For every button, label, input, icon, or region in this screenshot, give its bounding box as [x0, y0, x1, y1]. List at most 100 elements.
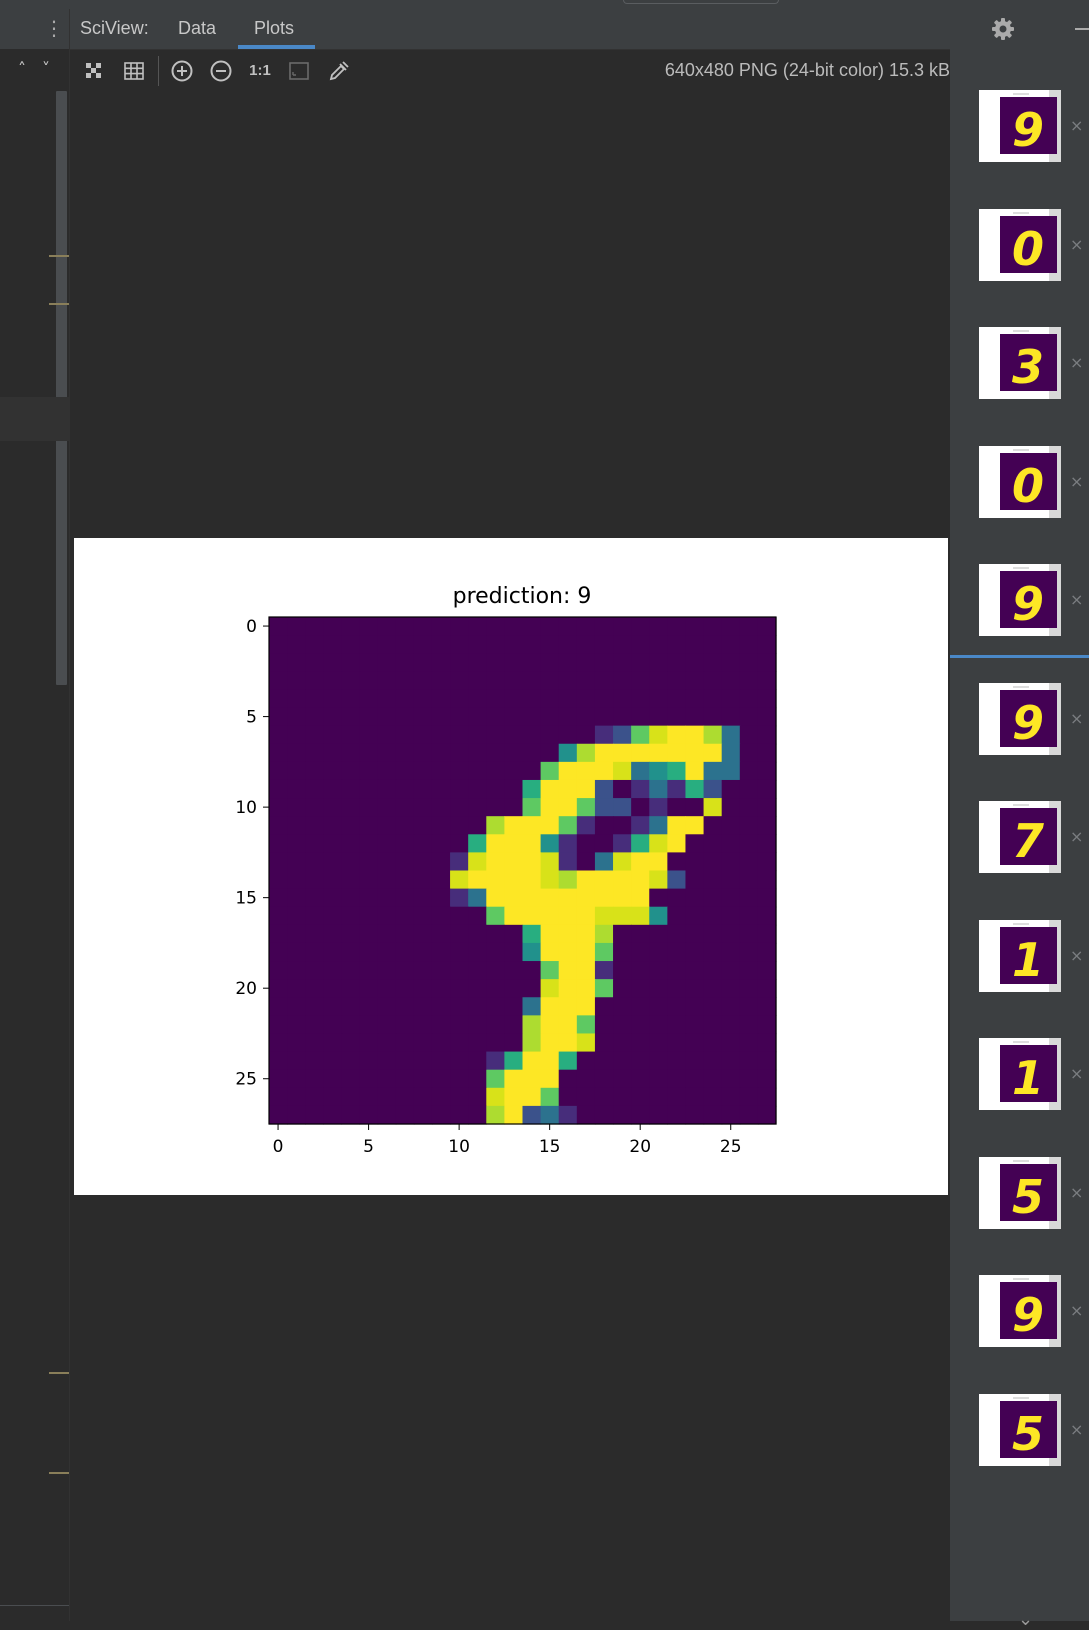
heatmap-cell	[305, 635, 324, 654]
zoom-out-icon[interactable]	[207, 57, 235, 85]
heatmap-cell	[323, 635, 343, 654]
heatmap-cell	[359, 725, 379, 745]
color-picker-icon[interactable]	[324, 57, 352, 85]
chevron-up-icon[interactable]: ˄	[10, 59, 34, 78]
heatmap-cell	[721, 707, 741, 727]
heatmap-cell	[703, 1105, 723, 1125]
plot-thumbnail[interactable]: 5	[979, 1393, 1061, 1466]
heatmap-cell	[613, 997, 632, 1016]
heatmap-cell	[631, 834, 650, 853]
close-icon[interactable]: ×	[1070, 355, 1086, 371]
left-scrollbar[interactable]	[56, 91, 67, 685]
close-icon[interactable]: ×	[1070, 473, 1086, 490]
close-icon[interactable]: ×	[1070, 236, 1086, 253]
heatmap-cell	[558, 888, 578, 908]
heatmap-cell	[667, 1069, 687, 1089]
tab-plots[interactable]: Plots	[254, 18, 294, 39]
heatmap-cell	[359, 816, 379, 835]
heatmap-cell	[739, 834, 759, 853]
heatmap-cell	[305, 979, 324, 998]
plot-thumbnail[interactable]: 7	[979, 801, 1061, 873]
plot-thumbnail[interactable]: 0	[979, 445, 1061, 518]
heatmap-cell	[558, 743, 578, 763]
heatmap-cell	[757, 1033, 777, 1053]
heatmap-cell	[341, 1105, 361, 1125]
heatmap-cell	[377, 779, 397, 799]
close-icon[interactable]: ×	[1070, 592, 1086, 608]
heatmap-cell	[540, 779, 560, 799]
heatmap-cell	[757, 1015, 777, 1035]
heatmap-cell	[739, 671, 759, 691]
heatmap-cell	[613, 852, 632, 872]
top-search-field-edge[interactable]	[623, 0, 779, 4]
heatmap-cell	[522, 870, 542, 890]
plot-thumbnail[interactable]: 1	[979, 1038, 1061, 1110]
heatmap-cell	[323, 924, 343, 944]
plot-thumbnail[interactable]: 9	[979, 90, 1061, 162]
tab-data[interactable]: Data	[178, 18, 216, 39]
plot-thumbnail[interactable]: 3	[979, 327, 1061, 399]
close-icon[interactable]: ×	[1070, 1184, 1086, 1201]
gear-icon[interactable]	[990, 16, 1016, 42]
heatmap-cell	[703, 743, 723, 763]
heatmap-cell	[341, 1051, 361, 1071]
heatmap-cell	[721, 671, 741, 691]
minimize-icon[interactable]	[1075, 28, 1089, 30]
heatmap-cell	[540, 798, 560, 817]
grid-icon[interactable]	[120, 57, 148, 85]
close-icon[interactable]: ×	[1070, 1421, 1086, 1438]
heatmap-cell	[522, 1105, 542, 1125]
heatmap-cell	[486, 942, 505, 962]
heatmap-cell	[305, 852, 324, 872]
heatmap-cell	[504, 1069, 524, 1089]
heatmap-cell	[594, 725, 614, 745]
close-icon[interactable]: ×	[1070, 118, 1086, 134]
heatmap-cell	[413, 779, 433, 799]
heatmap-cell	[287, 1069, 306, 1089]
heatmap-cell	[576, 852, 596, 872]
close-icon[interactable]: ×	[1070, 947, 1086, 964]
heatmap-cell	[504, 979, 524, 998]
current-line-highlight	[0, 397, 69, 441]
fit-window-icon[interactable]	[285, 57, 313, 85]
heatmap-cell	[576, 961, 596, 980]
plot-thumbnail[interactable]: 9	[979, 682, 1061, 755]
chevron-down-icon[interactable]: ⌄	[1018, 1609, 1033, 1630]
heatmap-cell	[703, 689, 723, 709]
heatmap-cell	[649, 888, 668, 908]
heatmap-cell	[450, 888, 469, 908]
close-icon[interactable]: ×	[1070, 1303, 1086, 1319]
chessboard-icon[interactable]	[80, 57, 108, 85]
heatmap-cell	[431, 1087, 451, 1107]
chevron-down-icon[interactable]: ˅	[34, 59, 58, 78]
heatmap-cell	[667, 942, 687, 962]
heatmap-cell	[305, 1033, 324, 1053]
plot-thumbnail[interactable]: 9	[979, 1275, 1061, 1347]
zoom-in-icon[interactable]	[168, 57, 196, 85]
heatmap-cell	[431, 707, 451, 727]
heatmap-cell	[757, 979, 777, 998]
heatmap-cell	[522, 798, 542, 817]
heatmap-cell	[667, 761, 687, 781]
heatmap-cell	[739, 725, 759, 745]
heatmap-cell	[613, 1087, 632, 1107]
heatmap-cell	[685, 942, 705, 962]
heatmap-cell	[395, 979, 415, 998]
plot-thumbnail[interactable]: 0	[979, 208, 1061, 281]
heatmap-cell	[522, 689, 542, 709]
heatmap-cell	[323, 906, 343, 926]
heatmap-cell	[269, 924, 288, 944]
plot-thumbnail[interactable]: 1	[979, 919, 1061, 992]
actual-size-button[interactable]: 1:1	[246, 57, 274, 85]
plot-thumbnail[interactable]: 5	[979, 1156, 1061, 1229]
heatmap-cell	[504, 1033, 524, 1053]
close-icon[interactable]: ×	[1070, 1066, 1086, 1082]
heatmap-cell	[721, 852, 741, 872]
more-options-icon[interactable]: ⋮	[44, 17, 64, 41]
plot-thumbnail[interactable]: 9	[979, 564, 1061, 636]
close-icon[interactable]: ×	[1070, 710, 1086, 727]
heatmap-cell	[287, 997, 306, 1016]
close-icon[interactable]: ×	[1070, 829, 1086, 845]
heatmap-cell	[649, 834, 668, 853]
toolbar-separator	[158, 56, 159, 86]
